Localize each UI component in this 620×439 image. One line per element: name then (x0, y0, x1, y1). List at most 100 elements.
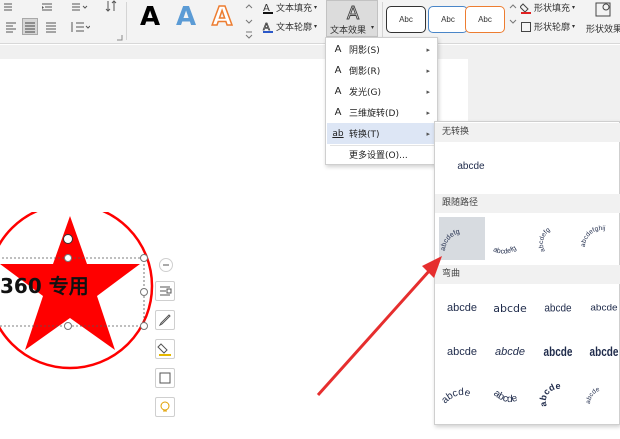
outline-float-button[interactable] (155, 368, 175, 388)
text-effect-button[interactable]: A 文本效果 ▾ (326, 0, 378, 37)
stamp-graphic[interactable] (0, 212, 160, 392)
warp-ring-outside[interactable]: abcde (581, 332, 620, 372)
text-wrap-icon (160, 286, 172, 296)
shape-fill-button[interactable]: 形状填充 ▾ (520, 1, 584, 14)
follow-path-arch-down[interactable]: abcdefg (487, 217, 533, 260)
text-effect-label: 文本效果 (330, 26, 367, 36)
menu-item-label: 倒影(R) (349, 67, 381, 77)
lightbulb-icon (160, 401, 170, 412)
collapse-float-button[interactable] (159, 258, 173, 272)
shape-outline-button[interactable]: 形状轮廓 ▾ (520, 20, 584, 33)
shape-fill-label: 形状填充 (534, 4, 571, 14)
art-style-blue[interactable]: A (171, 0, 201, 32)
warp-triangle-down[interactable]: abcde (581, 288, 620, 328)
art-style-orange-outline[interactable]: A (207, 0, 237, 33)
menu-item-label: 发光(G) (349, 88, 381, 98)
align-right-icon[interactable] (44, 20, 58, 34)
text-effect-menu: A 阴影(S) ▸ A 倒影(R) ▸ A 发光(G) ▸ A 三维旋转(D) … (325, 37, 438, 165)
menu-item-transform[interactable]: ab 转换(T) ▸ (327, 123, 436, 144)
warp-circle[interactable]: abcde (535, 376, 581, 416)
shape-style-blue[interactable]: Abc (428, 6, 468, 33)
svg-text:abcdefg: abcdefg (492, 245, 518, 256)
edit-float-button[interactable] (155, 310, 175, 330)
menu-item-shadow[interactable]: A 阴影(S) ▸ (327, 39, 436, 60)
menu-item-reflection[interactable]: A 倒影(R) ▸ (327, 60, 436, 81)
menu-item-more-settings[interactable]: 更多设置(O)... (327, 144, 436, 165)
3d-rotation-effect-icon: A (334, 107, 342, 118)
menu-item-label: 更多设置(O)... (349, 151, 408, 161)
svg-text:A: A (347, 3, 360, 23)
idea-float-button[interactable] (155, 397, 175, 417)
ribbon-divider (126, 2, 127, 40)
svg-text:abcde: abcde (491, 388, 519, 405)
art-style-black[interactable]: A (135, 0, 165, 32)
line-spacing-icon[interactable] (70, 20, 91, 34)
resize-handle-top-right[interactable] (140, 254, 148, 262)
list-icon[interactable] (70, 1, 88, 13)
ribbon-toolbar: A A A A 文本填充 ▾ A 文本轮廓 ▾ A 文本效果 ▾ Abc Abc… (0, 0, 620, 44)
chevron-down-icon: ▾ (314, 23, 318, 30)
minus-icon (163, 264, 169, 266)
warp-button[interactable]: abcde (581, 376, 620, 416)
menu-item-3d-rotation[interactable]: A 三维旋转(D) ▸ (327, 102, 436, 123)
warp-triangle-up[interactable]: abcde (535, 288, 581, 328)
svg-text:abcde: abcde (585, 386, 601, 405)
follow-path-button[interactable]: abcdefghij (580, 217, 620, 260)
shape-style-scroll[interactable] (508, 0, 518, 40)
menu-item-label: 转换(T) (349, 130, 380, 140)
stamp-text[interactable]: 360 专用 (0, 270, 89, 299)
warp-ring-inside[interactable]: abcde (535, 332, 581, 372)
no-transform-option[interactable]: abcde (441, 146, 501, 186)
chevron-right-icon: ▸ (426, 87, 430, 96)
text-outline-icon: A (263, 21, 273, 33)
svg-text:abcdefg: abcdefg (538, 226, 552, 253)
resize-handle-right[interactable] (140, 288, 148, 296)
annotation-arrow (316, 256, 442, 397)
warp-stop[interactable]: abcde (487, 288, 533, 328)
indent-decrease-icon[interactable] (2, 1, 14, 13)
chevron-right-icon: ▸ (426, 45, 430, 54)
svg-text:A: A (140, 2, 160, 30)
text-effect-icon: A (346, 3, 360, 23)
chevron-down-icon: ▾ (371, 24, 375, 31)
follow-path-circle[interactable]: abcdefg (535, 217, 581, 260)
shape-style-orange[interactable]: Abc (465, 6, 505, 33)
pencil-icon (158, 314, 171, 327)
text-outline-label: 文本轮廓 (276, 23, 313, 33)
shape-effect-button[interactable]: 形状效果 (586, 0, 620, 37)
art-style-scroll[interactable] (244, 0, 254, 40)
align-center-icon[interactable] (22, 18, 38, 35)
svg-text:abcdefghij: abcdefghij (581, 225, 606, 247)
chevron-down-icon: ▾ (572, 4, 576, 11)
menu-item-glow[interactable]: A 发光(G) ▸ (327, 81, 436, 102)
resize-handle-bottom-right[interactable] (140, 322, 148, 330)
svg-text:A: A (212, 2, 232, 30)
indent-increase-icon[interactable] (40, 1, 54, 13)
fill-float-button[interactable] (155, 339, 175, 359)
reflection-effect-icon: A (334, 65, 342, 76)
chevron-right-icon: ▸ (426, 129, 430, 138)
text-outline-button[interactable]: A 文本轮廓 ▾ (262, 20, 324, 33)
rotate-handle[interactable] (63, 234, 73, 244)
chevron-right-icon: ▸ (426, 66, 430, 75)
resize-handle-bottom[interactable] (64, 322, 72, 330)
text-fill-label: 文本填充 (276, 4, 313, 14)
section-header-no-transform: 无转换 (435, 123, 620, 142)
text-fill-button[interactable]: A 文本填充 ▾ (262, 1, 324, 14)
shape-outline-label: 形状轮廓 (534, 23, 571, 33)
dialog-launcher-icon[interactable] (117, 34, 123, 41)
layout-float-button[interactable] (155, 281, 175, 301)
transform-effect-icon: ab (332, 128, 344, 139)
shadow-effect-icon: A (334, 44, 342, 55)
frame-icon (159, 372, 171, 384)
sort-icon[interactable] (104, 0, 118, 13)
warp-chevron-down[interactable]: abcde (487, 332, 533, 372)
glow-effect-icon: A (334, 86, 342, 97)
chevron-right-icon: ▸ (426, 108, 430, 117)
resize-handle-top[interactable] (64, 254, 72, 262)
svg-text:abcde: abcde (538, 381, 561, 408)
menu-item-label: 三维旋转(D) (349, 109, 399, 119)
shape-style-black[interactable]: Abc (386, 6, 426, 33)
align-left-icon[interactable] (4, 20, 18, 34)
warp-arch-down[interactable]: abcde (487, 376, 533, 416)
